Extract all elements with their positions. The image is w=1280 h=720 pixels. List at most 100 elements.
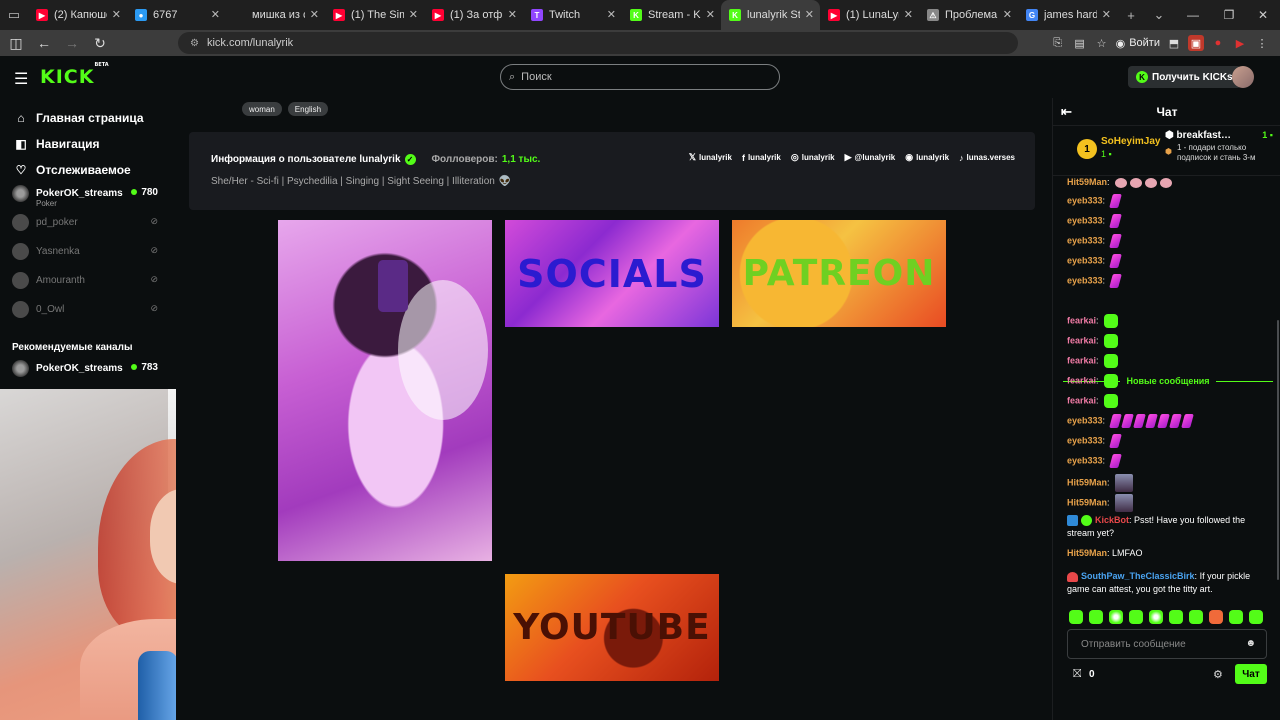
youtube-panel[interactable]: YOUTUBE (505, 574, 719, 681)
browser-tab[interactable]: Gjames harden - П ✕ (1018, 0, 1117, 30)
chat-username[interactable]: Hit59Man (1067, 548, 1107, 558)
chat-username[interactable]: Hit59Man (1067, 497, 1107, 507)
kick-logo[interactable]: KICKBETA (40, 62, 109, 88)
forward-icon[interactable]: → (60, 31, 84, 55)
tab-close-icon[interactable]: ✕ (211, 8, 220, 21)
login-button[interactable]: ◉ Войти (1116, 37, 1160, 50)
patreon-panel[interactable]: PATREON (732, 220, 946, 327)
reload-icon[interactable]: ↻ (88, 31, 112, 55)
tab-close-icon[interactable]: ✕ (508, 8, 517, 21)
quick-emote-icon[interactable] (1249, 610, 1263, 624)
browser-tab[interactable]: ▶ (1) The Sims 2 "Г ✕ (325, 0, 424, 30)
extensions-icon[interactable]: ⬒ (1166, 35, 1182, 51)
browser-tab[interactable]: ▶ (1) LunaLyrik - Yo ✕ (820, 0, 919, 30)
browser-tab[interactable]: ▶ (2) Капюшон с ш ✕ (28, 0, 127, 30)
browser-tab[interactable]: K Stream - Kick Da ✕ (622, 0, 721, 30)
screenshot-icon[interactable]: ⎘ (1050, 35, 1066, 51)
youtube-extension-icon[interactable]: ● (1210, 35, 1226, 51)
chat-username[interactable]: SouthPaw_TheClassicBirk (1081, 571, 1195, 581)
user-avatar[interactable] (1232, 66, 1254, 88)
chat-username[interactable]: eyeb333 (1067, 435, 1103, 445)
browser-tab[interactable]: ⚠ Проблема при з ✕ (919, 0, 1018, 30)
tab-close-icon[interactable]: ✕ (310, 8, 319, 21)
chat-scrollbar[interactable] (1277, 320, 1279, 580)
browser-tab[interactable]: ▶ (1) За отфил ✕ (424, 0, 523, 30)
quick-emote-icon[interactable] (1149, 610, 1163, 624)
menu-hamburger-icon[interactable]: ☰ (14, 69, 28, 89)
chat-username[interactable]: Hit59Man (1067, 177, 1107, 187)
chat-message-input[interactable]: Отправить сообщение ☻ (1067, 629, 1267, 659)
quick-emote-icon[interactable] (1069, 610, 1083, 624)
chat-username[interactable]: eyeb333 (1067, 235, 1103, 245)
sidebar-channel[interactable]: Amouranth ⊘ (0, 266, 176, 295)
emoji-picker-icon[interactable]: ☻ (1245, 638, 1256, 649)
new-tab-icon[interactable]: + (1117, 0, 1145, 30)
chat-username[interactable]: Hit59Man (1067, 477, 1107, 487)
address-bar[interactable]: ⚙ kick.com/lunalyrik (178, 32, 1018, 54)
profile-photo-panel[interactable] (278, 220, 492, 561)
get-kicks-button[interactable]: K Получить KICKs (1128, 66, 1241, 88)
quick-emote-icon[interactable] (1109, 610, 1123, 624)
chat-username[interactable]: eyeb333 (1067, 455, 1103, 465)
browser-tab[interactable]: T Twitch ✕ (523, 0, 622, 30)
chat-username[interactable]: eyeb333 (1067, 415, 1103, 425)
quick-emote-icon[interactable] (1189, 610, 1203, 624)
chat-username[interactable]: fearkai (1067, 335, 1096, 345)
sidebar-channel[interactable]: Yasnenka ⊘ (0, 237, 176, 266)
tab-close-icon[interactable]: ✕ (805, 8, 814, 21)
menu-kebab-icon[interactable]: ⋮ (1254, 35, 1270, 51)
reader-icon[interactable]: ▤ (1072, 35, 1088, 51)
quick-emote-icon[interactable] (1209, 610, 1223, 624)
chat-username[interactable]: fearkai (1067, 315, 1096, 325)
sidebar-channel[interactable]: PokerOK_streams Poker 780 (0, 179, 176, 208)
tab-close-icon[interactable]: ✕ (1102, 8, 1111, 21)
chat-username[interactable]: eyeb333 (1067, 255, 1103, 265)
tab-close-icon[interactable]: ✕ (904, 8, 913, 21)
minimize-icon[interactable]: — (1176, 0, 1210, 30)
sidebar-item-nav[interactable]: ⌂ Главная страница (0, 105, 176, 131)
social-link[interactable]: ▶ @lunalyrik (845, 152, 896, 163)
tab-close-icon[interactable]: ✕ (409, 8, 418, 21)
channel-tag[interactable]: English (287, 102, 329, 116)
back-icon[interactable]: ← (32, 31, 56, 55)
extension-badge-icon[interactable]: ▣ (1188, 35, 1204, 51)
tab-close-icon[interactable]: ✕ (706, 8, 715, 21)
quick-emote-icon[interactable] (1089, 610, 1103, 624)
top-gifter-name[interactable]: SoHeyimJay (1101, 136, 1160, 147)
bookmark-star-icon[interactable]: ☆ (1094, 35, 1110, 51)
chat-username[interactable]: eyeb333 (1067, 215, 1103, 225)
close-window-icon[interactable]: ✕ (1246, 0, 1280, 30)
browser-tab[interactable]: ● 6767 ✕ (127, 0, 226, 30)
chat-username[interactable]: eyeb333 (1067, 275, 1103, 285)
socials-panel[interactable]: SOCIALS (505, 220, 719, 327)
quick-emote-icon[interactable] (1129, 610, 1143, 624)
social-link[interactable]: ♪ lunas.verses (959, 152, 1015, 163)
send-chat-button[interactable]: Чат (1235, 664, 1267, 684)
quick-emote-icon[interactable] (1169, 610, 1183, 624)
tab-close-icon[interactable]: ✕ (607, 8, 616, 21)
quick-emote-icon[interactable] (1229, 610, 1243, 624)
tab-close-icon[interactable]: ✕ (1003, 8, 1012, 21)
sidebar-channel[interactable]: 0_Owl ⊘ (0, 295, 176, 324)
chat-username[interactable]: KickBot (1095, 515, 1129, 525)
social-link[interactable]: 𝕏lunalyrik (689, 152, 732, 163)
chat-username[interactable]: fearkai (1067, 395, 1096, 405)
tab-search-icon[interactable]: ⌄ (1145, 0, 1173, 30)
sidebar-toggle-icon[interactable]: ◫ (4, 31, 28, 55)
gift-goal[interactable]: ⬢ breakfast… 1 ▪ ⬢ 1 - подари столько под… (1165, 130, 1277, 163)
social-link[interactable]: ◎ lunalyrik (791, 152, 835, 163)
collapse-chat-icon[interactable]: ⇤ (1061, 104, 1072, 120)
search-input[interactable]: ⌕ Поиск (500, 64, 780, 90)
browser-tab[interactable]: Klunalyrik Stream ✕ (721, 0, 820, 30)
social-link[interactable]: ◉ lunalyrik (905, 152, 949, 163)
chat-settings-icon[interactable]: ⚙ (1213, 668, 1223, 681)
channel-tag[interactable]: woman (242, 102, 282, 116)
chat-username[interactable]: eyeb333 (1067, 195, 1103, 205)
youtube-extension-2-icon[interactable]: ▶ (1232, 35, 1248, 51)
sidebar-item-nav[interactable]: ◧ Навигация (0, 131, 176, 157)
tab-actions-icon[interactable]: ▭ (0, 0, 28, 30)
points-gift-icon[interactable]: ⛝ (1073, 668, 1081, 681)
chat-username[interactable]: fearkai (1067, 355, 1096, 365)
sidebar-channel[interactable]: pd_poker ⊘ (0, 208, 176, 237)
restore-icon[interactable]: ❐ (1212, 0, 1246, 30)
